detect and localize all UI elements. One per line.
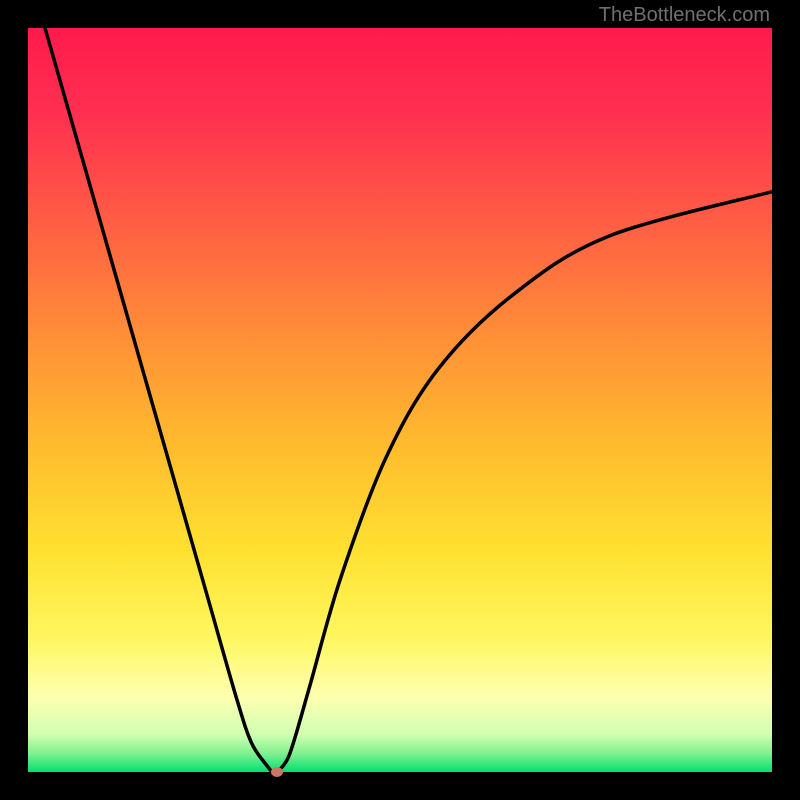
curve-line <box>28 28 772 772</box>
bottleneck-marker <box>271 767 283 777</box>
watermark-text: TheBottleneck.com <box>599 4 770 27</box>
chart-area <box>28 28 772 772</box>
